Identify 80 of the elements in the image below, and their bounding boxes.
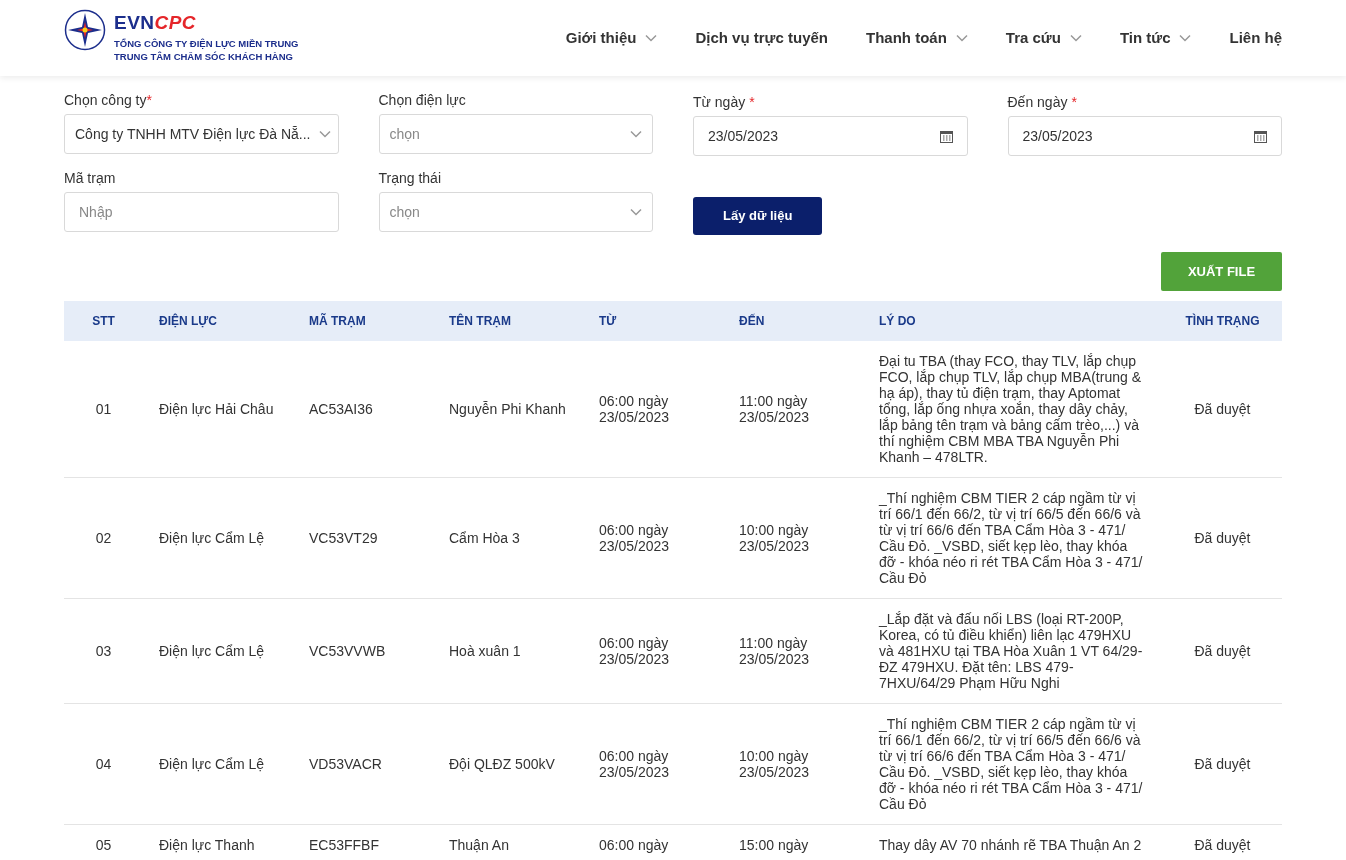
table-cell-text: AC53AI36 — [308, 401, 374, 417]
nav-link[interactable]: Thanh toán — [866, 26, 968, 50]
column-header: MÃ TRẠM — [308, 312, 367, 330]
table-cell-text: Đội QLĐZ 500kV — [448, 756, 556, 772]
chevron-down-icon — [645, 34, 658, 42]
field-label: Chọn điện lực — [378, 92, 467, 109]
chevron-down-icon — [318, 130, 331, 138]
table-cell-text: Hoà xuân 1 — [448, 643, 522, 659]
table-cell-text: Đã duyệt — [1193, 401, 1252, 417]
table-cell-text: _Thí nghiệm CBM TIER 2 cáp ngầm từ vị trí 66/1 đến 66/2, từ vị trí 66/5 đến 66/6 và từ vị trí 66/6 đến TBA Cẩm Hòa 3 - 471/ Cầu Đỏ. _VSBD, siết kẹp lèo, thay khóa đỡ - khóa néo ri rét TBA Cẩm Hòa 3 - 471/ Cầu Đỏ — [877, 716, 1144, 812]
select-field[interactable]: chọn — [378, 192, 653, 232]
table-cell-text: VC53VVWB — [308, 643, 387, 659]
table-cell-text: _Lắp đặt và đấu nối LBS (loại RT-200P, Korea, có tủ điều khiển) liên lạc 479HXU và 481HXU tại TBA Hòa Xuân 1 VT 64/29-ĐZ 479HXU. Đặt tên: LBS 479-7HXU/64/29 Phạm Hữu Nghi — [877, 611, 1144, 691]
table-cell-text: 03 — [94, 643, 113, 659]
table-cell-text: VD53VACR — [308, 756, 383, 772]
table-cell-text: Đại tu TBA (thay FCO, thay TLV, lắp chụp FCO, lắp chụp TLV, lắp chụp MBA(trung & hạ áp), thay tủ điện trạm, thay Aptomat tổng, lắp ống nhựa xoắn, thay dây chảy, lắp bảng tên trạm và bảng cấm trèo,...) và thí nghiệm CBM MBA TBA Nguyễn Phi Khanh – 478LTR. — [878, 353, 1142, 465]
chevron-down-icon — [1069, 34, 1082, 42]
table-cell-text: 10:00 ngày 23/05/2023 — [738, 522, 811, 554]
input-field[interactable]: Nhập — [64, 192, 339, 232]
logo-icon — [64, 9, 106, 51]
table-cell-text: 04 — [94, 756, 113, 772]
table-cell-text: 11:00 ngày 23/05/2023 — [738, 393, 811, 425]
date-field[interactable]: 23/05/2023 — [1007, 116, 1282, 156]
table-cell-text: Thuận An — [448, 837, 510, 853]
calendar-icon — [939, 129, 953, 143]
table-cell-text: Điện lực Thanh — [158, 837, 256, 853]
table-cell-text: _Thí nghiệm CBM TIER 2 cáp ngầm từ vị trí 66/1 đến 66/2, từ vị trí 66/5 đến 66/6 và từ vị trí 66/6 đến TBA Cẩm Hòa 3 - 471/ Cầu Đỏ. _VSBD, siết kẹp lèo, thay khóa đỡ - khóa néo ri rét TBA Cẩm Hòa 3 - 471/ Cầu Đỏ — [877, 490, 1144, 586]
center-name: TRUNG TÂM CHĂM SÓC KHÁCH HÀNG — [114, 50, 294, 63]
nav-link[interactable]: Tin tức — [1119, 26, 1192, 50]
table-cell-text: Điện lực Hải Châu — [158, 401, 275, 417]
column-header: ĐIỆN LỰC — [158, 312, 218, 330]
table-cell-text: VC53VT29 — [308, 530, 379, 546]
field-label: Đến ngày * — [1007, 94, 1078, 111]
field-label: Trạng thái — [378, 170, 442, 187]
table-cell-text: EC53FFBF — [308, 837, 380, 853]
column-header: TỪ — [598, 312, 618, 330]
table-cell-text: Đã duyệt — [1193, 837, 1252, 853]
table-cell-text: 10:00 ngày 23/05/2023 — [738, 748, 811, 780]
field-label: Từ ngày * — [693, 94, 756, 111]
table-cell-text: Thay dây AV 70 nhánh rẽ TBA Thuận An 2 — [878, 837, 1143, 853]
table-cell-text: 06:00 ngày 23/05/2023 — [598, 522, 671, 554]
table-cell-text: Điện lực Cẩm Lệ — [158, 643, 266, 659]
table-cell-text: Đã duyệt — [1193, 643, 1252, 659]
nav-link[interactable]: Liên hệ — [1229, 26, 1282, 50]
column-header: TÌNH TRẠNG — [1184, 312, 1261, 330]
fetch-data-button[interactable]: Lấy dữ liệu — [693, 197, 823, 235]
table-cell-text: 06:00 ngày 23/05/2023 — [598, 748, 671, 780]
nav-link[interactable]: Tra cứu — [1005, 26, 1082, 50]
chevron-down-icon — [630, 208, 642, 216]
date-field[interactable]: 23/05/2023 — [693, 116, 968, 156]
table-cell-text: 06:00 ngày — [598, 837, 670, 853]
table-cell-text: Điện lực Cẩm Lệ — [158, 756, 266, 772]
table-cell-text: 02 — [94, 530, 113, 546]
table-cell-text: Cẩm Hòa 3 — [448, 530, 521, 546]
field-label: Chọn công ty* — [64, 92, 153, 109]
chevron-down-icon — [1179, 34, 1192, 42]
nav-link[interactable]: Dịch vụ trực tuyến — [695, 26, 828, 50]
table-cell-text: 05 — [94, 837, 113, 853]
column-header: TÊN TRẠM — [448, 312, 512, 330]
calendar-icon — [1254, 129, 1267, 143]
table-cell-text: 15:00 ngày — [738, 837, 810, 853]
table-cell-text: 01 — [94, 401, 113, 417]
select-field[interactable]: chọn — [378, 114, 653, 154]
nav-link[interactable]: Giới thiệu — [565, 26, 658, 50]
column-header: ĐẾN — [738, 312, 766, 330]
table-cell-text: 06:00 ngày 23/05/2023 — [598, 393, 671, 425]
column-header: LÝ DO — [878, 312, 917, 330]
chevron-down-icon — [955, 34, 968, 42]
table-cell-text: Nguyễn Phi Khanh — [448, 401, 567, 417]
brand-name: EVNCPC — [114, 13, 198, 33]
column-header: STT — [91, 313, 116, 330]
table-cell-text: 06:00 ngày 23/05/2023 — [598, 635, 671, 667]
company-name: TỔNG CÔNG TY ĐIỆN LỰC MIỀN TRUNG — [114, 37, 299, 50]
table-cell-text: Điện lực Cẩm Lệ — [158, 530, 266, 546]
table-cell-text: Đã duyệt — [1193, 530, 1252, 546]
field-label: Mã trạm — [64, 170, 117, 187]
table-cell-text: 11:00 ngày 23/05/2023 — [738, 635, 811, 667]
select-field[interactable]: Công ty TNHH MTV Điện lực Đà Nẵ... — [64, 114, 339, 154]
chevron-down-icon — [630, 130, 642, 138]
table-cell-text: Đã duyệt — [1193, 756, 1252, 772]
